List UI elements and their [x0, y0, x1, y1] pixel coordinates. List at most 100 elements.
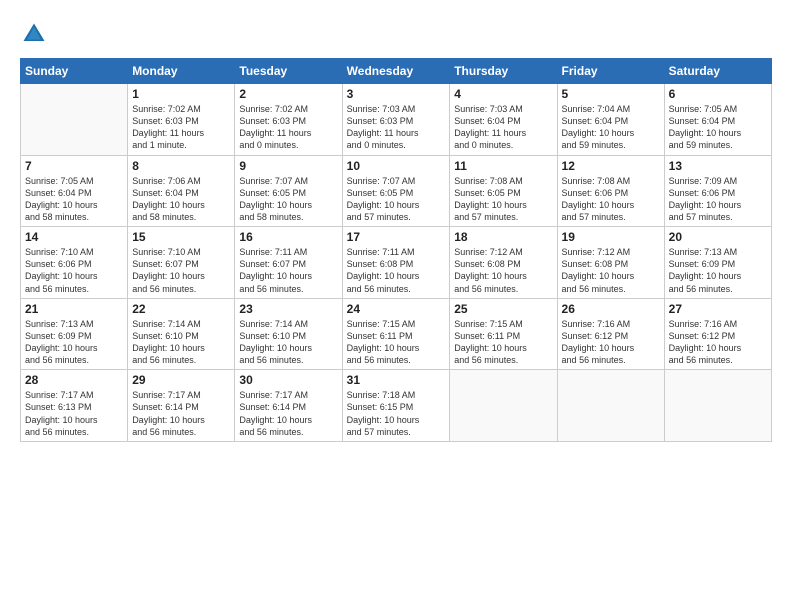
day-cell — [450, 370, 557, 442]
day-cell: 15Sunrise: 7:10 AM Sunset: 6:07 PM Dayli… — [128, 227, 235, 299]
weekday-header-friday: Friday — [557, 59, 664, 84]
day-info: Sunrise: 7:14 AM Sunset: 6:10 PM Dayligh… — [239, 318, 337, 367]
weekday-header-monday: Monday — [128, 59, 235, 84]
day-cell: 9 Sunrise: 7:07 AM Sunset: 6:05 PM Daylig… — [235, 155, 342, 227]
day-cell: 12 Sunrise: 7:08 AM Sunset: 6:06 PM Dayli… — [557, 155, 664, 227]
day-cell: 21 Sunrise: 7:13 AM Sunset: 6:09 PM Dayli… — [21, 298, 128, 370]
day-number: 25 — [454, 302, 552, 316]
day-cell: 10Sunrise: 7:07 AM Sunset: 6:05 PM Dayli… — [342, 155, 450, 227]
week-row-2: 7 Sunrise: 7:05 AM Sunset: 6:04 PM Daylig… — [21, 155, 772, 227]
day-cell — [21, 84, 128, 156]
day-number: 2 — [239, 87, 337, 101]
day-info: Sunrise: 7:03 AM Sunset: 6:03 PM Dayligh… — [347, 103, 446, 152]
day-number: 19 — [562, 230, 660, 244]
day-cell — [664, 370, 771, 442]
day-number: 23 — [239, 302, 337, 316]
day-info: Sunrise: 7:02 AM Sunset: 6:03 PM Dayligh… — [239, 103, 337, 152]
day-cell: 30Sunrise: 7:17 AM Sunset: 6:14 PM Dayli… — [235, 370, 342, 442]
weekday-header-wednesday: Wednesday — [342, 59, 450, 84]
day-number: 1 — [132, 87, 230, 101]
day-info: Sunrise: 7:06 AM Sunset: 6:04 PM Dayligh… — [132, 175, 230, 224]
day-number: 8 — [132, 159, 230, 173]
day-number: 20 — [669, 230, 767, 244]
day-cell: 14 Sunrise: 7:10 AM Sunset: 6:06 PM Dayli… — [21, 227, 128, 299]
day-number: 14 — [25, 230, 123, 244]
day-info: Sunrise: 7:11 AM Sunset: 6:07 PM Dayligh… — [239, 246, 337, 295]
day-cell: 13 Sunrise: 7:09 AM Sunset: 6:06 PM Dayli… — [664, 155, 771, 227]
week-row-4: 21 Sunrise: 7:13 AM Sunset: 6:09 PM Dayli… — [21, 298, 772, 370]
day-number: 27 — [669, 302, 767, 316]
week-row-1: 1 Sunrise: 7:02 AM Sunset: 6:03 PM Daylig… — [21, 84, 772, 156]
day-cell: 7 Sunrise: 7:05 AM Sunset: 6:04 PM Daylig… — [21, 155, 128, 227]
day-cell: 16 Sunrise: 7:11 AM Sunset: 6:07 PM Dayli… — [235, 227, 342, 299]
day-cell: 20Sunrise: 7:13 AM Sunset: 6:09 PM Dayli… — [664, 227, 771, 299]
day-info: Sunrise: 7:12 AM Sunset: 6:08 PM Dayligh… — [562, 246, 660, 295]
day-cell: 31 Sunrise: 7:18 AM Sunset: 6:15 PM Dayli… — [342, 370, 450, 442]
day-info: Sunrise: 7:08 AM Sunset: 6:05 PM Dayligh… — [454, 175, 552, 224]
day-info: Sunrise: 7:10 AM Sunset: 6:06 PM Dayligh… — [25, 246, 123, 295]
day-number: 29 — [132, 373, 230, 387]
day-number: 7 — [25, 159, 123, 173]
day-cell: 23 Sunrise: 7:14 AM Sunset: 6:10 PM Dayli… — [235, 298, 342, 370]
day-cell: 24 Sunrise: 7:15 AM Sunset: 6:11 PM Dayli… — [342, 298, 450, 370]
page: SundayMondayTuesdayWednesdayThursdayFrid… — [0, 0, 792, 612]
day-info: Sunrise: 7:17 AM Sunset: 6:14 PM Dayligh… — [132, 389, 230, 438]
day-cell: 29 Sunrise: 7:17 AM Sunset: 6:14 PM Dayli… — [128, 370, 235, 442]
day-cell: 25 Sunrise: 7:15 AM Sunset: 6:11 PM Dayli… — [450, 298, 557, 370]
day-cell: 26Sunrise: 7:16 AM Sunset: 6:12 PM Dayli… — [557, 298, 664, 370]
weekday-header-tuesday: Tuesday — [235, 59, 342, 84]
day-number: 13 — [669, 159, 767, 173]
day-number: 4 — [454, 87, 552, 101]
day-info: Sunrise: 7:03 AM Sunset: 6:04 PM Dayligh… — [454, 103, 552, 152]
day-cell: 8 Sunrise: 7:06 AM Sunset: 6:04 PM Daylig… — [128, 155, 235, 227]
weekday-header-row: SundayMondayTuesdayWednesdayThursdayFrid… — [21, 59, 772, 84]
day-cell: 6 Sunrise: 7:05 AM Sunset: 6:04 PM Daylig… — [664, 84, 771, 156]
day-number: 3 — [347, 87, 446, 101]
day-number: 6 — [669, 87, 767, 101]
day-number: 12 — [562, 159, 660, 173]
day-number: 9 — [239, 159, 337, 173]
weekday-header-saturday: Saturday — [664, 59, 771, 84]
day-cell — [557, 370, 664, 442]
day-number: 18 — [454, 230, 552, 244]
day-info: Sunrise: 7:09 AM Sunset: 6:06 PM Dayligh… — [669, 175, 767, 224]
day-cell: 2 Sunrise: 7:02 AM Sunset: 6:03 PM Daylig… — [235, 84, 342, 156]
day-info: Sunrise: 7:14 AM Sunset: 6:10 PM Dayligh… — [132, 318, 230, 367]
day-info: Sunrise: 7:05 AM Sunset: 6:04 PM Dayligh… — [25, 175, 123, 224]
week-row-3: 14 Sunrise: 7:10 AM Sunset: 6:06 PM Dayli… — [21, 227, 772, 299]
day-info: Sunrise: 7:05 AM Sunset: 6:04 PM Dayligh… — [669, 103, 767, 152]
day-info: Sunrise: 7:12 AM Sunset: 6:08 PM Dayligh… — [454, 246, 552, 295]
day-info: Sunrise: 7:15 AM Sunset: 6:11 PM Dayligh… — [347, 318, 446, 367]
day-number: 16 — [239, 230, 337, 244]
day-info: Sunrise: 7:15 AM Sunset: 6:11 PM Dayligh… — [454, 318, 552, 367]
day-cell: 17Sunrise: 7:11 AM Sunset: 6:08 PM Dayli… — [342, 227, 450, 299]
day-cell: 19 Sunrise: 7:12 AM Sunset: 6:08 PM Dayli… — [557, 227, 664, 299]
day-info: Sunrise: 7:18 AM Sunset: 6:15 PM Dayligh… — [347, 389, 446, 438]
weekday-header-sunday: Sunday — [21, 59, 128, 84]
day-info: Sunrise: 7:13 AM Sunset: 6:09 PM Dayligh… — [25, 318, 123, 367]
day-cell: 28Sunrise: 7:17 AM Sunset: 6:13 PM Dayli… — [21, 370, 128, 442]
weekday-header-thursday: Thursday — [450, 59, 557, 84]
day-number: 28 — [25, 373, 123, 387]
day-info: Sunrise: 7:08 AM Sunset: 6:06 PM Dayligh… — [562, 175, 660, 224]
week-row-5: 28Sunrise: 7:17 AM Sunset: 6:13 PM Dayli… — [21, 370, 772, 442]
calendar: SundayMondayTuesdayWednesdayThursdayFrid… — [20, 58, 772, 442]
day-info: Sunrise: 7:17 AM Sunset: 6:14 PM Dayligh… — [239, 389, 337, 438]
day-info: Sunrise: 7:04 AM Sunset: 6:04 PM Dayligh… — [562, 103, 660, 152]
logo-icon — [20, 20, 48, 48]
day-number: 11 — [454, 159, 552, 173]
day-info: Sunrise: 7:10 AM Sunset: 6:07 PM Dayligh… — [132, 246, 230, 295]
day-cell: 22Sunrise: 7:14 AM Sunset: 6:10 PM Dayli… — [128, 298, 235, 370]
day-cell: 3 Sunrise: 7:03 AM Sunset: 6:03 PM Daylig… — [342, 84, 450, 156]
day-cell: 11 Sunrise: 7:08 AM Sunset: 6:05 PM Dayli… — [450, 155, 557, 227]
day-number: 21 — [25, 302, 123, 316]
day-number: 24 — [347, 302, 446, 316]
day-cell: 4 Sunrise: 7:03 AM Sunset: 6:04 PM Daylig… — [450, 84, 557, 156]
day-cell: 18 Sunrise: 7:12 AM Sunset: 6:08 PM Dayli… — [450, 227, 557, 299]
day-number: 10 — [347, 159, 446, 173]
day-number: 31 — [347, 373, 446, 387]
day-cell: 1Sunrise: 7:02 AM Sunset: 6:03 PM Daylig… — [128, 84, 235, 156]
day-info: Sunrise: 7:07 AM Sunset: 6:05 PM Dayligh… — [239, 175, 337, 224]
day-info: Sunrise: 7:11 AM Sunset: 6:08 PM Dayligh… — [347, 246, 446, 295]
logo — [20, 20, 52, 48]
